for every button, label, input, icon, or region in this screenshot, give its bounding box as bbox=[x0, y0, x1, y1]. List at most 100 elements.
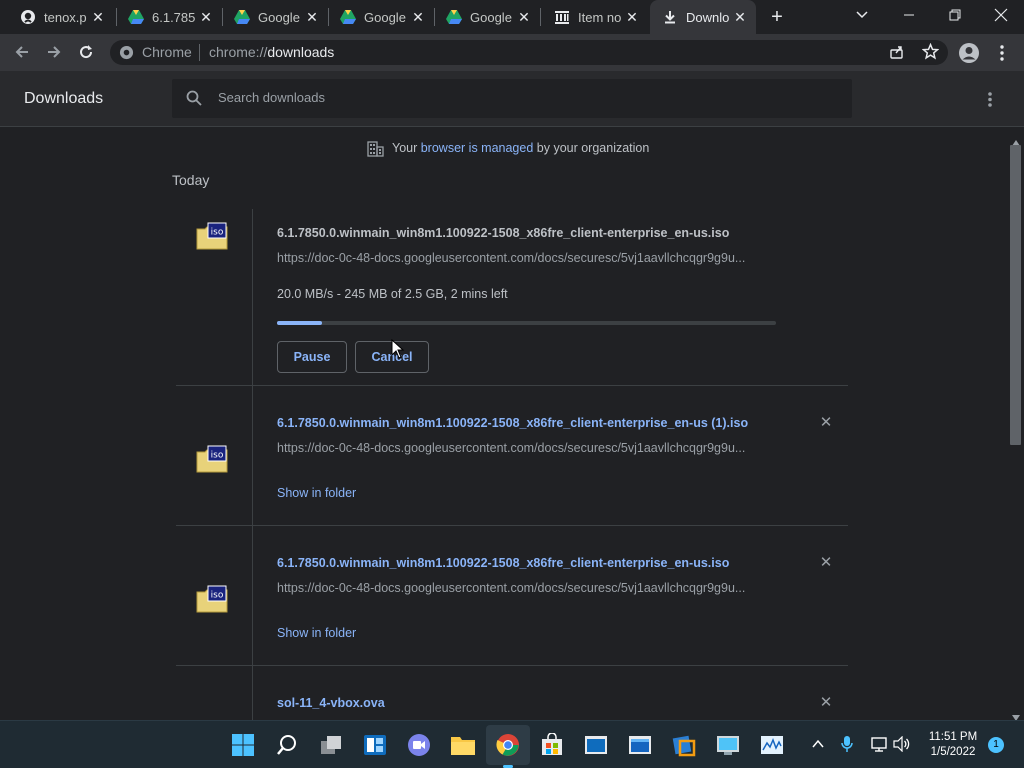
date-section-header: Today bbox=[172, 172, 210, 188]
scroll-up-arrow-icon[interactable] bbox=[1012, 133, 1020, 146]
app-window-icon-2[interactable] bbox=[626, 731, 654, 759]
svg-text:iso: iso bbox=[211, 228, 224, 238]
tab-drive-4[interactable]: Google ✕ bbox=[434, 0, 540, 34]
svg-text:iso: iso bbox=[211, 591, 224, 601]
microphone-icon[interactable] bbox=[840, 735, 854, 753]
clock[interactable]: 11:51 PM 1/5/2022 bbox=[924, 730, 982, 760]
site-chip: Chrome bbox=[142, 44, 192, 60]
windows-start-icon[interactable] bbox=[229, 731, 257, 759]
file-explorer-icon[interactable] bbox=[449, 731, 477, 759]
remote-desktop-icon[interactable] bbox=[714, 731, 742, 759]
svg-text:iso: iso bbox=[211, 451, 224, 461]
taskbar-search-icon[interactable] bbox=[273, 731, 301, 759]
download-url-link[interactable]: https://doc-0c-48-docs.googleusercontent… bbox=[277, 251, 745, 265]
app-window-icon[interactable] bbox=[582, 731, 610, 759]
back-icon[interactable] bbox=[8, 38, 36, 66]
close-tab-icon[interactable]: ✕ bbox=[410, 9, 426, 25]
new-tab-button[interactable]: + bbox=[766, 6, 788, 28]
bookmark-star-icon[interactable] bbox=[921, 42, 940, 60]
forward-icon[interactable] bbox=[40, 38, 68, 66]
close-tab-icon[interactable]: ✕ bbox=[516, 9, 532, 25]
google-drive-icon bbox=[446, 9, 462, 25]
tab-title: Google bbox=[364, 9, 406, 25]
download-progress-status: 20.0 MB/s - 245 MB of 2.5 GB, 2 mins lef… bbox=[277, 287, 508, 301]
google-drive-icon bbox=[340, 9, 356, 25]
show-hidden-icons-chevron[interactable] bbox=[811, 737, 825, 751]
address-bar[interactable]: Chrome chrome://downloads bbox=[110, 40, 948, 65]
tab-strip: tenox.p ✕ 6.1.785 ✕ Google ✕ Google ✕ Go… bbox=[0, 0, 1024, 34]
tab-archive[interactable]: Item no ✕ bbox=[542, 0, 648, 34]
search-downloads-field[interactable]: Search downloads bbox=[172, 79, 852, 118]
scrollbar-thumb[interactable] bbox=[1010, 145, 1021, 445]
google-drive-icon bbox=[234, 9, 250, 25]
download-filename: 6.1.7850.0.winmain_win8m1.100922-1508_x8… bbox=[277, 226, 730, 240]
search-input[interactable]: Search downloads bbox=[218, 90, 325, 105]
iso-file-icon: iso bbox=[196, 585, 228, 613]
downloads-list: Your browser is managed by your organiza… bbox=[0, 127, 1008, 720]
tab-title: Item no bbox=[578, 9, 622, 25]
google-drive-icon bbox=[128, 9, 144, 25]
clock-time: 11:51 PM bbox=[928, 731, 978, 743]
download-icon bbox=[662, 9, 678, 25]
close-tab-icon[interactable]: ✕ bbox=[198, 9, 214, 25]
close-tab-icon[interactable]: ✕ bbox=[304, 9, 320, 25]
minimize-icon[interactable] bbox=[900, 8, 918, 22]
vertical-scrollbar[interactable] bbox=[1008, 127, 1024, 721]
teams-chat-icon[interactable] bbox=[405, 731, 433, 759]
download-url-link[interactable]: https://doc-0c-48-docs.googleusercontent… bbox=[277, 581, 745, 595]
task-view-icon[interactable] bbox=[317, 731, 345, 759]
remove-download-icon[interactable]: ✕ bbox=[817, 554, 835, 572]
tab-title: tenox.p bbox=[44, 9, 87, 25]
close-tab-icon[interactable]: ✕ bbox=[90, 9, 106, 25]
profile-avatar-icon[interactable] bbox=[958, 42, 980, 64]
more-actions-icon[interactable] bbox=[983, 89, 997, 109]
search-icon bbox=[186, 90, 202, 106]
pause-button[interactable]: Pause bbox=[277, 341, 347, 373]
iso-file-icon: iso bbox=[196, 445, 228, 473]
microsoft-store-icon[interactable] bbox=[538, 731, 566, 759]
chrome-menu-icon[interactable] bbox=[996, 43, 1008, 63]
tab-drive-2[interactable]: Google ✕ bbox=[222, 0, 328, 34]
archive-icon bbox=[554, 9, 570, 25]
clock-date: 1/5/2022 bbox=[930, 746, 976, 758]
close-window-icon[interactable] bbox=[991, 5, 1011, 25]
reload-icon[interactable] bbox=[72, 38, 100, 66]
widgets-icon[interactable] bbox=[361, 731, 389, 759]
performance-monitor-icon[interactable] bbox=[758, 731, 786, 759]
omnibox-divider bbox=[199, 44, 200, 61]
download-url-link[interactable]: https://doc-0c-48-docs.googleusercontent… bbox=[277, 441, 745, 455]
chrome-taskbar-icon[interactable] bbox=[494, 731, 522, 759]
page-title: Downloads bbox=[24, 90, 104, 107]
volume-icon[interactable] bbox=[893, 735, 911, 753]
github-icon bbox=[20, 9, 36, 25]
scroll-down-arrow-icon[interactable] bbox=[1012, 708, 1020, 721]
close-tab-icon[interactable]: ✕ bbox=[624, 9, 640, 25]
restore-icon[interactable] bbox=[946, 6, 964, 24]
show-in-folder-link[interactable]: Show in folder bbox=[277, 626, 356, 640]
tab-drive-1[interactable]: 6.1.785 ✕ bbox=[116, 0, 222, 34]
mouse-cursor-icon bbox=[391, 338, 405, 359]
download-filename-link[interactable]: 6.1.7850.0.winmain_win8m1.100922-1508_x8… bbox=[277, 416, 748, 430]
progress-fill bbox=[277, 321, 322, 325]
tab-search-icon[interactable] bbox=[854, 6, 872, 24]
tab-downloads[interactable]: Downlo ✕ bbox=[650, 0, 756, 34]
close-tab-icon[interactable]: ✕ bbox=[732, 9, 748, 25]
network-icon[interactable] bbox=[869, 736, 889, 752]
tab-github[interactable]: tenox.p ✕ bbox=[8, 0, 114, 34]
notification-badge[interactable]: 1 bbox=[988, 737, 1004, 753]
chrome-logo-icon bbox=[119, 45, 134, 60]
share-icon[interactable] bbox=[889, 44, 905, 60]
url-text: chrome://downloads bbox=[209, 44, 335, 60]
managed-browser-link[interactable]: browser is managed bbox=[421, 141, 534, 155]
iso-file-icon: iso bbox=[196, 222, 228, 250]
show-in-folder-link[interactable]: Show in folder bbox=[277, 486, 356, 500]
tab-title: Google bbox=[470, 9, 512, 25]
remove-download-icon[interactable]: ✕ bbox=[817, 694, 835, 712]
download-filename-link[interactable]: sol-11_4-vbox.ova bbox=[277, 696, 385, 710]
virtualbox-icon[interactable] bbox=[670, 731, 698, 759]
tab-title: Downlo bbox=[686, 9, 730, 25]
remove-download-icon[interactable]: ✕ bbox=[817, 414, 835, 432]
tab-drive-3[interactable]: Google ✕ bbox=[328, 0, 434, 34]
enterprise-building-icon bbox=[367, 141, 384, 157]
download-filename-link[interactable]: 6.1.7850.0.winmain_win8m1.100922-1508_x8… bbox=[277, 556, 729, 570]
